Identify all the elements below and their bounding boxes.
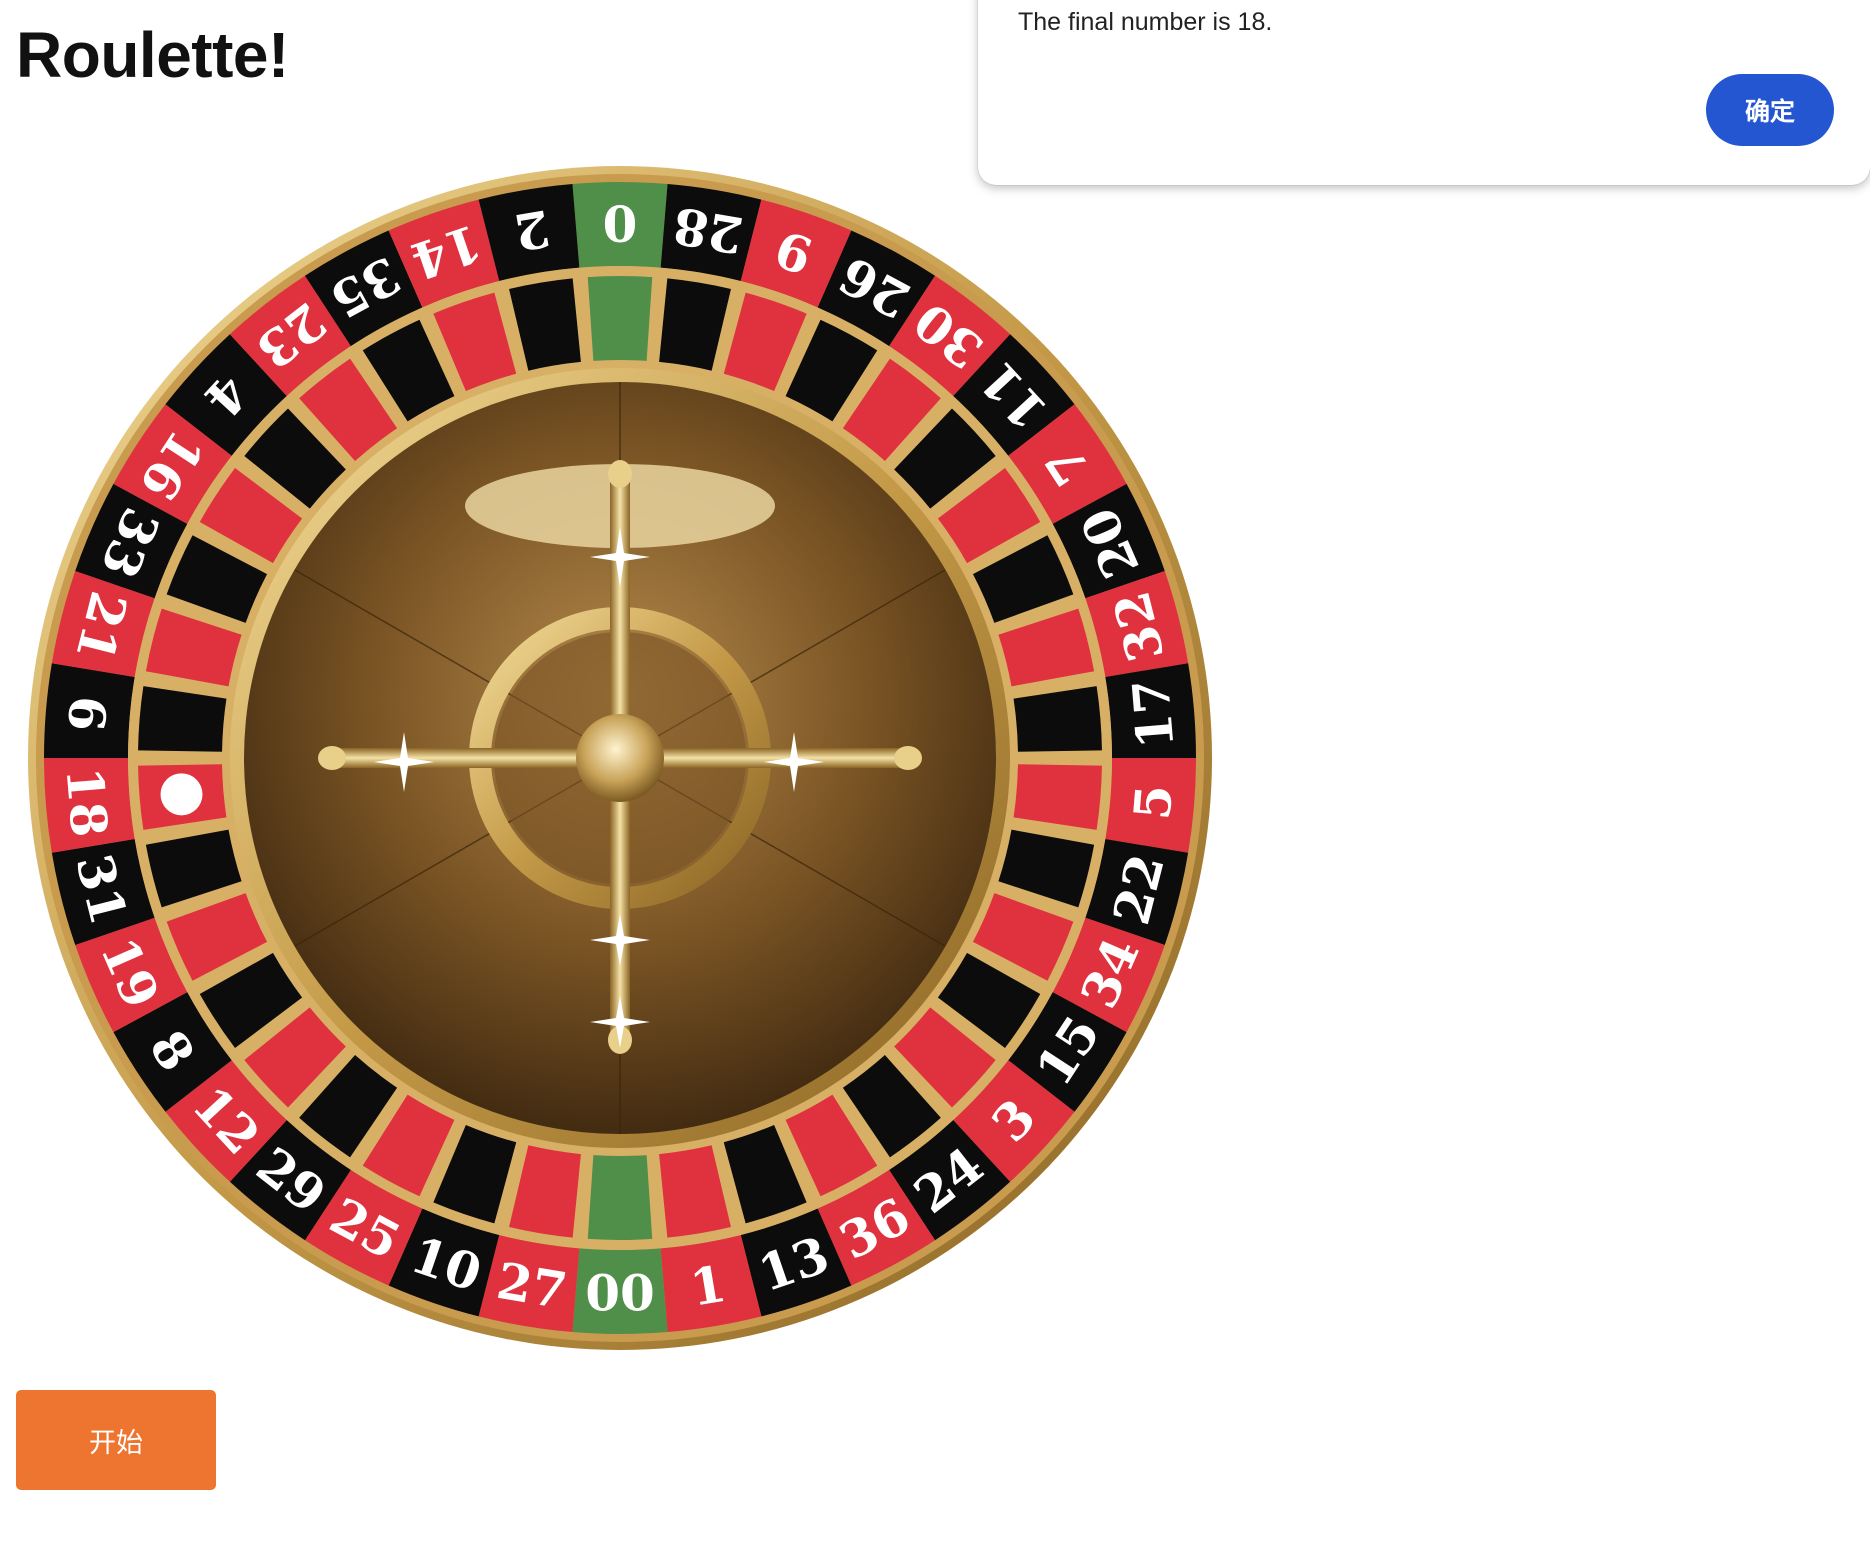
pocket-number-label: 18 <box>55 765 120 839</box>
ball-pocket <box>587 276 653 361</box>
pocket-number-label: 17 <box>1121 677 1186 751</box>
pocket-number-label: 28 <box>669 195 747 265</box>
roulette-ball <box>160 773 203 816</box>
start-button[interactable]: 开始 <box>16 1390 216 1490</box>
spoke-knob-top <box>608 460 632 488</box>
roulette-wheel: 0 28 9 26 30 11 7 20 32 17 5 22 34 15 3 24 36 13 1 00 27 10 25… <box>20 158 1220 1358</box>
roulette-wheel-graphic: 0 28 9 263011720321752234153243613100271025… <box>28 166 1212 1350</box>
turret-hub <box>576 714 664 802</box>
pocket-number-label: 0 <box>603 194 638 253</box>
pocket-number-label: 5 <box>1122 782 1184 822</box>
spoke-knob-right <box>894 746 922 770</box>
pocket-number-label: 00 <box>585 1264 655 1323</box>
pocket-number-label: 6 <box>56 694 118 734</box>
pocket-number-label: 27 <box>493 1251 571 1321</box>
page-title: Roulette! <box>16 19 289 91</box>
ball-pocket <box>587 1155 653 1240</box>
spoke-knob-left <box>318 746 346 770</box>
alert-ok-button[interactable]: 确定 <box>1706 74 1834 146</box>
alert-dialog: The final number is 18. 确定 <box>978 0 1870 185</box>
alert-message: The final number is 18. <box>1018 8 1273 36</box>
